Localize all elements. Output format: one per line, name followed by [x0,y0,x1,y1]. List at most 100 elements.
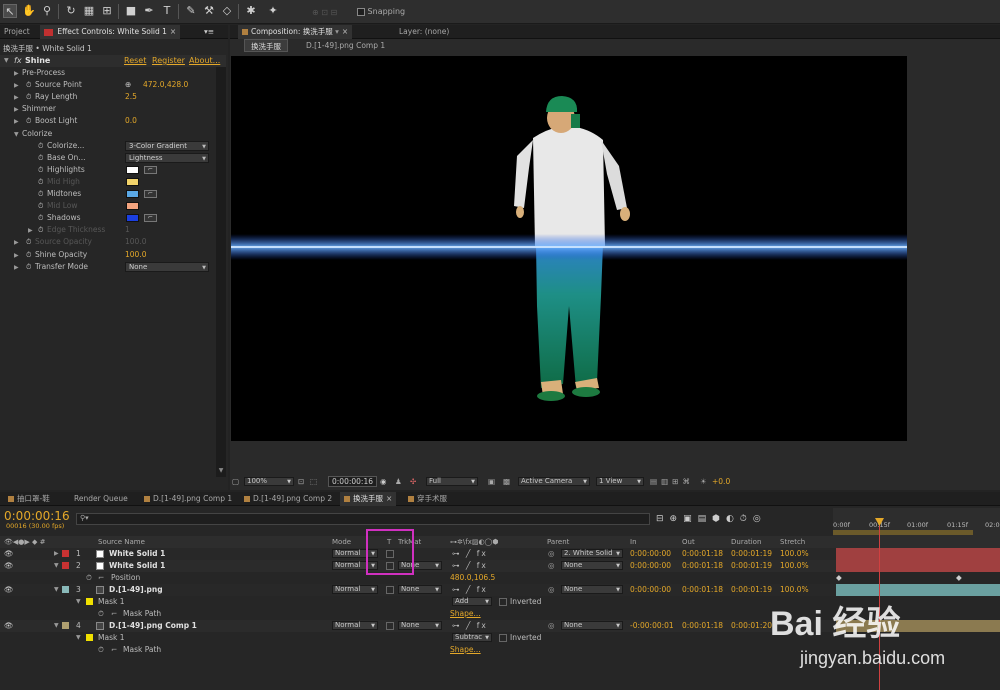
layer-name[interactable]: D.[1-49].png Comp 1 [109,620,197,632]
reset-link[interactable]: Reset [124,55,146,67]
current-time-field[interactable]: 0:00:00:16 [328,476,377,487]
label-color-swatch[interactable] [62,562,69,569]
duration-value[interactable]: 0:00:01:19 [731,560,772,572]
effect-prop-row[interactable]: ⏱ Mid Low [0,200,226,212]
panel-menu-icon[interactable]: ▾≡ [200,25,218,39]
timeline-current-time[interactable]: 0:00:00:16 [4,509,70,523]
mask-visibility-icon[interactable]: ⬚ [310,477,317,486]
out-point[interactable]: 0:00:01:18 [682,548,723,560]
clone-stamp-tool-icon[interactable]: ⚒ [202,4,216,18]
duration-value[interactable]: 0:00:01:20 [731,620,772,632]
header-in[interactable]: In [630,536,637,548]
label-color-swatch[interactable] [62,622,69,629]
prop-value[interactable]: 100.0 [125,249,146,261]
shape-link[interactable]: Shape... [450,644,481,656]
exposure-value[interactable]: +0.0 [712,477,730,486]
effect-prop-row[interactable]: ▶ Pre-Process [0,67,226,79]
prop-dropdown[interactable]: Lightness [125,152,209,163]
header-duration[interactable]: Duration [731,536,761,548]
label-color-swatch[interactable] [62,550,69,557]
tab-layer[interactable]: Layer: (none) [395,25,453,39]
effect-prop-row[interactable]: ▶ ⏱ Edge Thickness 1 [0,224,226,236]
timeline-ruler[interactable]: 0:00f 00:15f 01:00f 01:15f 02:0 [833,508,1000,536]
table-row[interactable]: 👁 ▼ 3 D.[1-49].png Normal None ⊶ ╱ fx ◎ None 0:00… [0,584,1000,596]
stopwatch-icon[interactable]: ⏱ [26,249,35,261]
mask-mode-dropdown[interactable]: Add [452,597,492,606]
viewer-options-icon[interactable]: ▤▥⊞⌘ [650,477,694,486]
eraser-tool-icon[interactable]: ◇ [220,4,234,18]
twirl-icon[interactable]: ▶ [54,548,59,560]
about-link[interactable]: About... [189,55,220,67]
zoom-dropdown[interactable]: 100% [244,477,294,486]
parent-dropdown[interactable]: None [561,585,623,594]
header-mode[interactable]: Mode [332,536,351,548]
eyedropper-icon[interactable]: ⌐ [144,214,157,223]
trkmat-dropdown[interactable]: None [398,585,442,594]
color-swatch[interactable] [126,177,139,186]
stopwatch-icon[interactable]: ⏱ [26,261,35,273]
stopwatch-icon[interactable]: ⏱ [26,115,35,127]
twirl-icon[interactable]: ▼ [54,620,59,632]
tab-timeline-surgery[interactable]: 穿手术服 [404,492,451,506]
effect-prop-row[interactable]: ▶ ⏱ Ray Length 2.5 [0,91,226,103]
prop-value[interactable]: 1 [125,224,130,236]
layer-duration-bar[interactable] [836,548,1000,560]
stopwatch-icon[interactable]: ⏱ [26,79,35,91]
prop-value[interactable]: 472.0,428.0 [143,79,188,91]
tab-timeline-main[interactable]: 换洗手服 × [340,492,397,506]
layer-name[interactable]: White Solid 1 [109,548,165,560]
table-row[interactable]: 👁▶1White Solid 1Normal⊶ ╱ fx◎2. White So… [0,548,1000,560]
layer-switches-icon[interactable]: ⊶ ╱ fx [452,560,488,572]
rectangle-tool-icon[interactable]: ■ [124,4,138,18]
stopwatch-icon[interactable]: ⏱ [86,572,92,584]
camera-tool-icon[interactable]: ▦ [82,4,96,18]
eyedropper-icon[interactable]: ⌐ [144,190,157,198]
pen-tool-icon[interactable]: ✒ [142,4,156,18]
stopwatch-icon[interactable]: ⏱ [38,224,47,236]
selection-tool-icon[interactable]: ↖ [3,4,17,18]
brush-tool-icon[interactable]: ✎ [184,4,198,18]
effect-prop-row[interactable]: ▼ Colorize [0,128,226,140]
tab-composition[interactable]: Composition: 换洗手服 ▾ × [238,25,353,39]
stopwatch-icon[interactable]: ⏱ [98,608,104,620]
out-point[interactable]: 0:00:01:18 [682,584,723,596]
tab-project[interactable]: Project [0,25,34,39]
trkmat-dropdown[interactable]: None [398,621,442,630]
layer-name[interactable]: D.[1-49].png [109,584,163,596]
stretch-value[interactable]: 100.0% [780,548,809,560]
effect-prop-row[interactable]: ⏱ Colorize... 3-Color Gradient [0,140,226,152]
duration-value[interactable]: 0:00:01:19 [731,584,772,596]
composition-viewer[interactable] [231,56,907,441]
parent-dropdown[interactable]: None [561,561,623,570]
effect-prop-row[interactable]: ▶ ⏱ Shine Opacity 100.0 [0,249,226,261]
work-area-bar[interactable] [833,530,973,535]
effect-prop-row[interactable]: ▶ ⏱ Source Point ⊕ 472.0,428.0 [0,79,226,91]
layer-duration-bar[interactable] [836,584,1000,596]
stopwatch-icon[interactable]: ⏱ [26,236,35,248]
parent-dropdown[interactable]: None [561,621,623,630]
mode-dropdown[interactable]: Normal [332,585,378,594]
tab-timeline-comp1[interactable]: D.[1-49].png Comp 1 [140,492,236,506]
eye-icon[interactable]: 👁 [4,548,14,560]
effect-prop-row[interactable]: ⏱ Mid High [0,176,226,188]
eye-icon[interactable]: 👁 [4,560,14,572]
effect-prop-row[interactable]: ⏱ Midtones ⌐ [0,188,226,200]
stopwatch-icon[interactable]: ⏱ [38,188,47,200]
label-color-swatch[interactable] [62,586,69,593]
keyframe-icon[interactable]: ◆ [956,572,962,584]
effect-prop-row[interactable]: ▶ ⏱ Source Opacity 100.0 [0,236,226,248]
effect-prop-row[interactable]: ▶ Shimmer [0,103,226,115]
comp-subtab-main[interactable]: 换洗手服 [244,39,288,52]
prop-dropdown[interactable]: 3-Color Gradient [125,140,209,151]
register-link[interactable]: Register [152,55,185,67]
out-point[interactable]: 0:00:01:18 [682,560,723,572]
channel-icon[interactable]: ✣ [410,477,416,486]
timeline-search-input[interactable]: ⚲▾ [76,513,650,525]
tab-render-queue[interactable]: Render Queue [70,492,132,506]
parent-dropdown[interactable]: 2. White Solid [561,549,623,558]
in-point[interactable]: 0:00:00:00 [630,560,671,572]
in-point[interactable]: 0:00:00:00 [630,548,671,560]
stopwatch-icon[interactable]: ⏱ [98,644,104,656]
safe-zones-icon[interactable]: ⊡ [298,477,304,486]
layer-switches-icon[interactable]: ⊶ ╱ fx [452,548,488,560]
